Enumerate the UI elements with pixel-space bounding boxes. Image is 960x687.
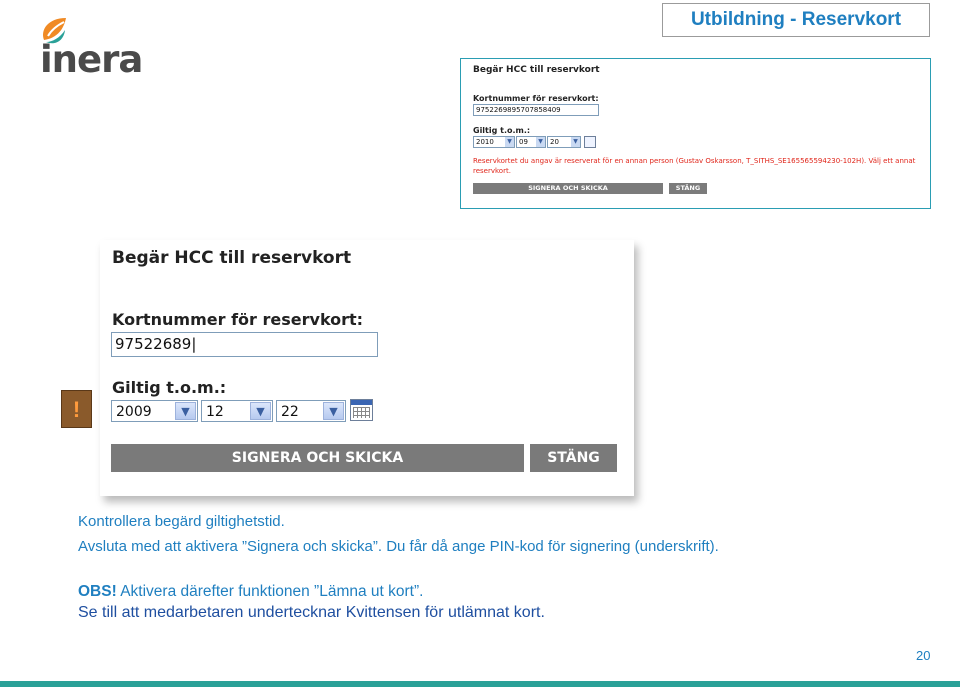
large-year-value: 2009 xyxy=(116,404,152,420)
small-close-button[interactable]: STÄNG xyxy=(669,183,707,194)
chevron-down-icon: ▼ xyxy=(505,137,514,147)
large-card-number-input[interactable]: 97522689| xyxy=(111,332,378,357)
large-month-select[interactable]: 12 ▼ xyxy=(201,400,273,422)
small-card-label: Kortnummer för reservkort: xyxy=(473,94,599,103)
large-year-select[interactable]: 2009 ▼ xyxy=(111,400,198,422)
small-form-screenshot: Begär HCC till reservkort Kortnummer för… xyxy=(460,58,931,209)
large-day-select[interactable]: 22 ▼ xyxy=(276,400,346,422)
caption-obs: OBS! Aktivera därefter funktionen ”Lämna… xyxy=(78,583,423,601)
small-year-select[interactable]: 2010 ▼ xyxy=(473,136,515,148)
chevron-down-icon: ▼ xyxy=(536,137,545,147)
small-form-title: Begär HCC till reservkort xyxy=(473,65,600,75)
small-month-value: 09 xyxy=(519,138,528,146)
large-day-value: 22 xyxy=(281,404,299,420)
page-number: 20 xyxy=(916,648,931,663)
large-card-label: Kortnummer för reservkort: xyxy=(112,310,364,329)
small-day-value: 20 xyxy=(550,138,559,146)
small-month-select[interactable]: 09 ▼ xyxy=(516,136,546,148)
small-day-select[interactable]: 20 ▼ xyxy=(547,136,581,148)
large-form-screenshot: Begär HCC till reservkort Kortnummer för… xyxy=(100,240,634,496)
small-year-value: 2010 xyxy=(476,138,494,146)
chevron-down-icon: ▼ xyxy=(323,402,344,420)
calendar-icon[interactable] xyxy=(350,399,373,421)
warning-icon: ! xyxy=(61,390,92,428)
small-valid-label: Giltig t.o.m.: xyxy=(473,126,531,135)
footer-bar xyxy=(0,681,960,687)
large-month-value: 12 xyxy=(206,404,224,420)
chevron-down-icon: ▼ xyxy=(250,402,271,420)
chevron-down-icon: ▼ xyxy=(571,137,580,147)
large-valid-label: Giltig t.o.m.: xyxy=(112,378,227,397)
caption-check-validity: Kontrollera begärd giltighetstid. xyxy=(78,513,285,530)
text-cursor: | xyxy=(191,335,197,353)
slide-title: Utbildning - Reservkort xyxy=(662,3,930,37)
small-error-message: Reservkortet du angav är reserverat för … xyxy=(473,157,916,175)
small-card-number-input[interactable]: 9752269895707858409 xyxy=(473,104,599,116)
caption-receipt: Se till att medarbetaren undertecknar Kv… xyxy=(78,604,545,621)
chevron-down-icon: ▼ xyxy=(175,402,196,420)
large-sign-and-send-button[interactable]: SIGNERA OCH SKICKA xyxy=(111,444,524,472)
obs-label: OBS! xyxy=(78,583,117,600)
caption-sign-and-send: Avsluta med att aktivera ”Signera och sk… xyxy=(78,538,719,555)
large-close-button[interactable]: STÄNG xyxy=(530,444,617,472)
large-card-number-value: 97522689 xyxy=(115,335,192,353)
large-form-title: Begär HCC till reservkort xyxy=(112,248,352,268)
obs-text: Aktivera därefter funktionen ”Lämna ut k… xyxy=(116,583,424,600)
inera-logo-text: inera xyxy=(40,38,143,81)
calendar-icon[interactable] xyxy=(584,136,596,148)
small-sign-and-send-button[interactable]: SIGNERA OCH SKICKA xyxy=(473,183,663,194)
